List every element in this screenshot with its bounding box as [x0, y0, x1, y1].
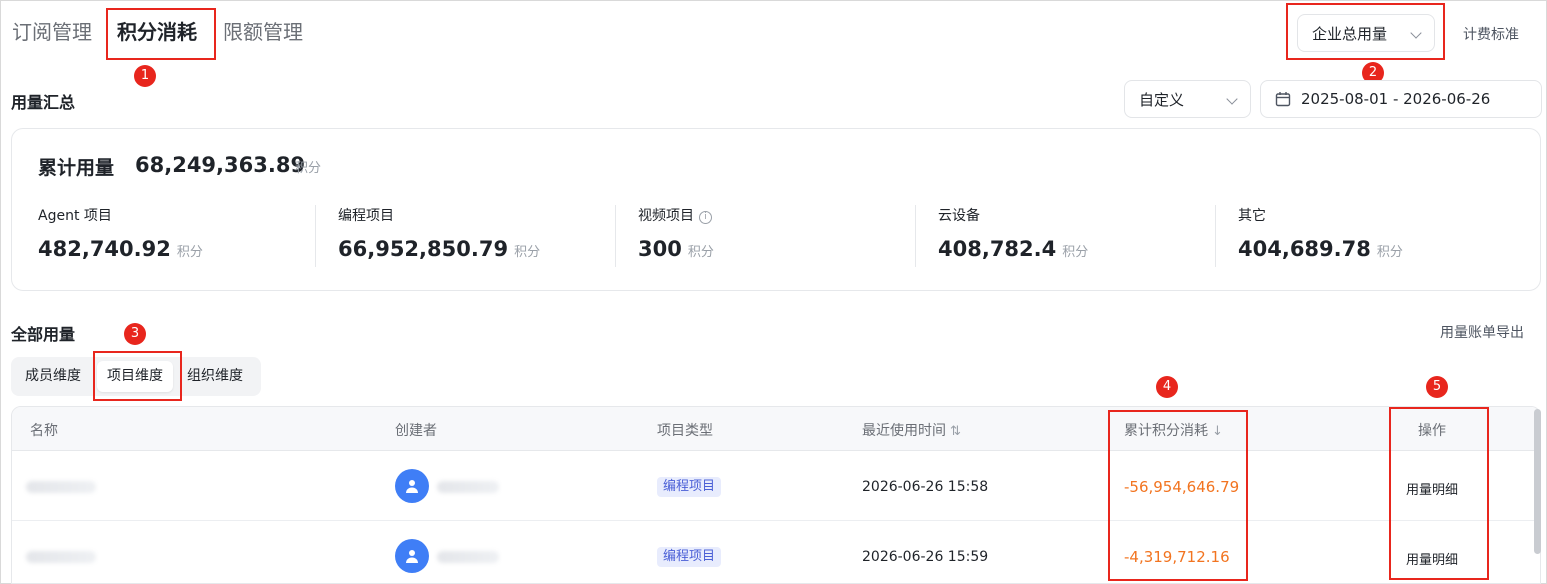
column-last-used[interactable]: 最近使用时间 ⇅ — [862, 420, 961, 440]
tab-credit-usage[interactable]: 积分消耗 — [117, 18, 197, 46]
redacted-name — [26, 551, 96, 563]
metric-value: 404,689.78 — [1238, 237, 1371, 261]
metric-unit: 积分 — [1062, 245, 1089, 260]
column-credits[interactable]: 累计积分消耗 ↓ — [1124, 420, 1223, 440]
credits-value: -4,319,712.16 — [1124, 548, 1230, 566]
sort-icon[interactable]: ⇅ — [950, 424, 961, 439]
metric-label: 视频项目 — [638, 208, 694, 224]
avatar — [395, 469, 429, 503]
billing-standard-link[interactable]: 计费标准 — [1463, 24, 1519, 44]
tab-subscription[interactable]: 订阅管理 — [12, 18, 92, 46]
total-usage-label: 累计用量 — [38, 157, 115, 179]
usage-detail-button[interactable]: 用量明细 — [1406, 549, 1458, 568]
dimension-org[interactable]: 组织维度 — [177, 361, 253, 392]
metric-unit: 积分 — [1376, 245, 1403, 260]
metric-other: 其它 404,689.78 积分 — [1238, 205, 1538, 267]
metric-divider — [915, 205, 916, 267]
scope-select[interactable]: 企业总用量 — [1297, 14, 1435, 52]
range-select[interactable]: 自定义 — [1124, 80, 1251, 118]
metric-unit: 积分 — [687, 245, 714, 260]
dimension-switch: 成员维度 项目维度 组织维度 — [11, 357, 261, 396]
annotation-badge-5: 5 — [1426, 376, 1448, 398]
table-header: 名称 创建者 项目类型 最近使用时间 ⇅ 累计积分消耗 ↓ 操作 — [12, 407, 1540, 451]
metric-unit: 积分 — [176, 245, 203, 260]
avatar — [395, 539, 429, 573]
credits-value: -56,954,646.79 — [1124, 478, 1240, 496]
user-icon — [406, 480, 418, 493]
dimension-member[interactable]: 成员维度 — [15, 361, 91, 392]
user-icon — [406, 550, 418, 563]
usage-detail-button[interactable]: 用量明细 — [1406, 479, 1458, 498]
total-usage-unit: 积分 — [295, 161, 322, 176]
dimension-project[interactable]: 项目维度 — [97, 361, 173, 392]
table-row: 编程项目 2026-06-26 15:59 -4,319,712.16 用量明细 — [12, 521, 1540, 583]
tab-quota[interactable]: 限额管理 — [223, 18, 303, 46]
usage-table: 名称 创建者 项目类型 最近使用时间 ⇅ 累计积分消耗 ↓ 操作 编程项目 2026… — [11, 406, 1541, 584]
metric-divider — [315, 205, 316, 267]
annotation-badge-1: 1 — [134, 65, 156, 87]
summary-title: 用量汇总 — [11, 93, 76, 112]
date-range-picker[interactable]: 2025-08-01 - 2026-06-26 — [1260, 80, 1542, 118]
table-scrollbar[interactable] — [1534, 409, 1541, 554]
column-project-type: 项目类型 — [657, 423, 713, 439]
metric-divider — [1215, 205, 1216, 267]
chevron-down-icon — [1226, 93, 1238, 105]
last-used-time: 2026-06-26 15:58 — [862, 479, 989, 495]
calendar-icon — [1275, 92, 1291, 107]
total-usage-value: 68,249,363.89 — [135, 153, 306, 177]
metric-label: 云设备 — [938, 208, 980, 224]
date-range-value: 2025-08-01 - 2026-06-26 — [1301, 90, 1491, 108]
metric-coding: 编程项目 66,952,850.79 积分 — [338, 205, 638, 267]
chevron-down-icon — [1410, 27, 1422, 39]
column-creator: 创建者 — [395, 423, 437, 439]
metric-cloud-device: 云设备 408,782.4 积分 — [938, 205, 1238, 267]
table-row: 编程项目 2026-06-26 15:58 -56,954,646.79 用量明… — [12, 451, 1540, 521]
metric-value: 408,782.4 — [938, 237, 1057, 261]
usage-title: 全部用量 — [11, 325, 76, 344]
export-bill-link[interactable]: 用量账单导出 — [1440, 322, 1524, 342]
metric-label: Agent 项目 — [38, 208, 112, 224]
annotation-badge-3: 3 — [124, 323, 146, 345]
column-label: 最近使用时间 — [862, 423, 946, 439]
last-used-time: 2026-06-26 15:59 — [862, 549, 989, 565]
metric-value: 300 — [638, 237, 682, 261]
project-type-tag: 编程项目 — [657, 547, 722, 567]
column-name: 名称 — [30, 423, 58, 439]
metric-unit: 积分 — [514, 245, 541, 260]
metric-value: 66,952,850.79 — [338, 237, 509, 261]
metric-label: 编程项目 — [338, 208, 394, 224]
column-action: 操作 — [1418, 423, 1446, 439]
metric-label: 其它 — [1238, 208, 1266, 224]
metric-video: 视频项目 i 300 积分 — [638, 205, 938, 267]
range-select-value: 自定义 — [1139, 90, 1185, 109]
redacted-creator — [437, 551, 499, 563]
metric-divider — [615, 205, 616, 267]
redacted-name — [26, 481, 96, 493]
metric-agent: Agent 项目 482,740.92 积分 — [38, 205, 338, 267]
sort-desc-icon[interactable]: ↓ — [1212, 424, 1223, 439]
redacted-creator — [437, 481, 499, 493]
scope-select-value: 企业总用量 — [1312, 24, 1388, 43]
project-type-tag: 编程项目 — [657, 477, 722, 497]
metric-value: 482,740.92 — [38, 237, 171, 261]
column-label: 累计积分消耗 — [1124, 423, 1208, 439]
annotation-badge-4: 4 — [1156, 376, 1178, 398]
info-icon[interactable]: i — [699, 211, 712, 224]
